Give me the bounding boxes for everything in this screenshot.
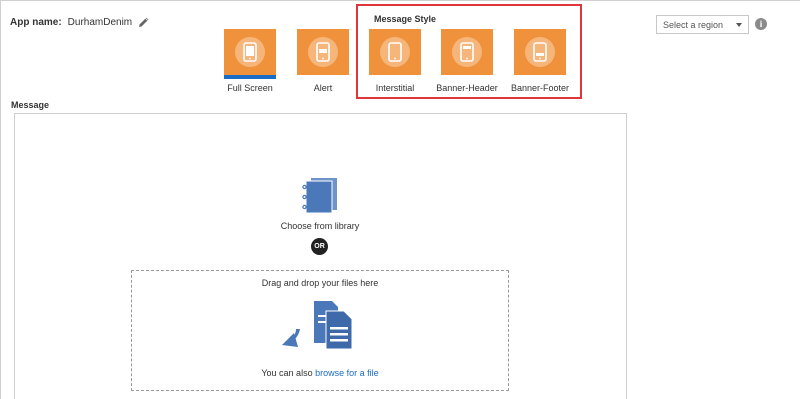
alert-label: Alert <box>313 83 333 93</box>
message-style-title: Message Style <box>374 14 437 24</box>
app-name-label: App name: <box>10 16 62 28</box>
banner-header-label: Banner-Header <box>436 83 498 93</box>
banner-footer-label: Banner-Footer <box>510 83 570 93</box>
region-select[interactable]: Select a region <box>656 15 749 34</box>
choose-from-library-label[interactable]: Choose from library <box>270 221 370 231</box>
pencil-icon[interactable] <box>138 16 150 28</box>
full-screen-tile[interactable] <box>224 29 276 79</box>
phone-icon <box>235 37 265 67</box>
phone-alert-icon <box>308 37 338 67</box>
phone-banner-header-icon <box>452 37 482 67</box>
upload-files-icon <box>282 301 353 350</box>
browse-row: You can also browse for a file <box>132 368 508 378</box>
file-drop-zone[interactable]: Drag and drop your files here You can al… <box>131 270 509 391</box>
phone-banner-footer-icon <box>525 37 555 67</box>
chevron-down-icon <box>736 22 742 27</box>
also-text: You can also <box>261 368 313 378</box>
message-label: Message <box>11 100 50 110</box>
browse-file-link[interactable]: browse for a file <box>315 368 379 378</box>
library-icon[interactable] <box>299 177 339 215</box>
app-name-row: App name: DurhamDenim <box>10 16 150 28</box>
drop-zone-title: Drag and drop your files here <box>261 278 379 288</box>
info-icon[interactable]: i <box>755 18 767 30</box>
interstitial-tile[interactable] <box>369 29 421 75</box>
or-badge: OR <box>311 238 328 255</box>
banner-header-tile[interactable] <box>441 29 493 75</box>
banner-footer-tile[interactable] <box>514 29 566 75</box>
app-name-value: DurhamDenim <box>67 16 133 28</box>
region-select-placeholder: Select a region <box>663 19 724 30</box>
phone-interstitial-icon <box>380 37 410 67</box>
full-screen-label: Full Screen <box>227 83 273 93</box>
interstitial-label: Interstitial <box>375 83 415 93</box>
alert-tile[interactable] <box>297 29 349 75</box>
